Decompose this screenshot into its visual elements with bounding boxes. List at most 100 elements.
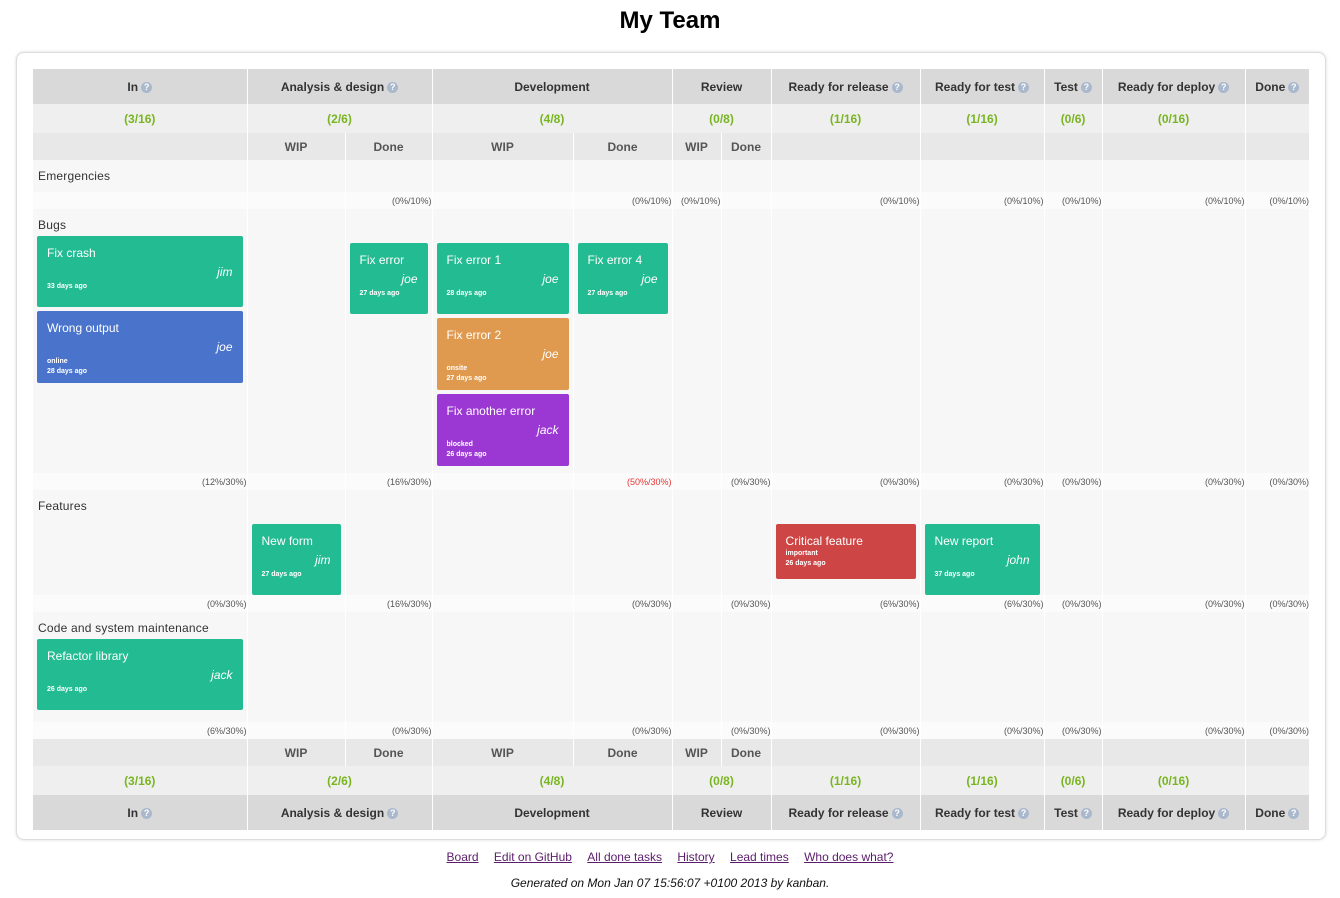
card-title: New report — [934, 534, 994, 548]
help-icon[interactable]: ? — [141, 807, 153, 819]
task-card[interactable]: Fix error 4 joe 27 days ago — [577, 243, 668, 314]
task-card[interactable]: Fix error 2 joe onsite 27 days ago — [436, 318, 569, 390]
column-count-test: (0/6) — [1043, 766, 1103, 795]
lane-cell-test — [1043, 612, 1103, 722]
subcolumn-blank — [33, 739, 247, 766]
subcolumn-blank — [1244, 133, 1310, 160]
task-card[interactable]: Fix crash jim 33 days ago — [37, 236, 243, 307]
lane-cell-test — [1043, 490, 1103, 595]
task-card[interactable]: New form jim 27 days ago — [251, 524, 341, 595]
column-count-analysis-design: (2/6) — [246, 104, 432, 133]
subcolumn-done: Done — [572, 133, 673, 160]
card-assignee: joe — [641, 272, 658, 286]
card-meta: 33 days ago — [47, 282, 233, 292]
wip-limit-value: (50%/30%) — [626, 476, 672, 487]
help-icon[interactable]: ? — [387, 81, 399, 93]
wip-limit-value: (16%/30%) — [386, 598, 432, 609]
swimlane-bugs: Bugs Fix crash jim 33 days ago Wrong output j… — [33, 209, 1310, 473]
lane-cell-rfd — [1101, 209, 1246, 473]
wip-limit-value: (0%/30%) — [632, 725, 672, 736]
help-icon[interactable]: ? — [1218, 81, 1230, 93]
footer-link-all-done-tasks[interactable]: All done tasks — [587, 850, 662, 864]
card-age: 27 days ago — [261, 571, 302, 578]
help-icon[interactable]: ? — [1288, 807, 1300, 819]
wip-limit-value: (16%/30%) — [386, 476, 432, 487]
lane-cell-rft — [919, 612, 1045, 722]
lane-cell-rft — [919, 209, 1045, 473]
column-header-done: Done? — [1244, 69, 1310, 104]
footer-link-history[interactable]: History — [677, 850, 714, 864]
help-icon[interactable]: ? — [891, 807, 903, 819]
column-header-test: Test? — [1043, 795, 1103, 830]
subcolumn-blank — [770, 739, 921, 766]
subcolumn-done: Done — [720, 133, 772, 160]
wip-limit: (0%/10%) — [770, 192, 921, 209]
subcolumn-done: Done — [344, 739, 432, 766]
task-card[interactable]: Critical feature important 26 days ago — [775, 524, 916, 579]
footer-link-lead-times[interactable]: Lead times — [730, 850, 789, 864]
subcolumn-wip: WIP — [671, 739, 722, 766]
lane-cell-rft: New report john 37 days ago — [919, 490, 1045, 595]
column-count-ready-for-deploy: (0/16) — [1101, 104, 1246, 133]
help-icon[interactable]: ? — [1218, 807, 1230, 819]
lane-cell-in: Features — [33, 490, 247, 595]
wip-limit-value: (0%/30%) — [1269, 476, 1310, 487]
column-title: Done — [1255, 79, 1286, 94]
lane-cell-test — [1043, 160, 1103, 192]
lane-cell-dev_done — [572, 160, 673, 192]
task-card[interactable]: Fix another error jack blocked 26 days ago — [436, 394, 569, 466]
wip-limit: (0%/30%) — [1043, 473, 1103, 490]
column-title: In — [127, 805, 139, 820]
column-header-development: Development — [431, 69, 673, 104]
footer-link-edit-on-github[interactable]: Edit on GitHub — [494, 850, 572, 864]
column-count-in: (3/16) — [33, 766, 247, 795]
wip-limit: (0%/30%) — [1244, 473, 1310, 490]
lane-cell-done — [1244, 160, 1310, 192]
column-title: Ready for test — [935, 79, 1016, 94]
lane-cell-dev_done: Fix error 4 joe 27 days ago — [572, 209, 673, 473]
card-age: 28 days ago — [47, 368, 88, 375]
wip-limit: (0%/10%) — [919, 192, 1045, 209]
lane-cell-in: Code and system maintenance Refactor libr… — [33, 612, 247, 722]
column-title: Ready for test — [935, 805, 1016, 820]
task-card[interactable]: Fix error joe 27 days ago — [349, 243, 428, 314]
task-card[interactable]: New report john 37 days ago — [924, 524, 1040, 595]
wip-limit: (0%/30%) — [1244, 722, 1310, 739]
wip-limit — [246, 722, 345, 739]
wip-limit: (0%/30%) — [572, 722, 673, 739]
help-icon[interactable]: ? — [891, 81, 903, 93]
help-icon[interactable]: ? — [387, 807, 399, 819]
card-assignee: jack — [211, 668, 233, 682]
wip-limit-value: (0%/30%) — [206, 598, 247, 609]
help-icon[interactable]: ? — [1288, 81, 1300, 93]
card-age: 37 days ago — [934, 571, 975, 578]
lane-cell-in: Emergencies — [33, 160, 247, 192]
card-meta: 26 days ago — [47, 685, 233, 695]
column-count-review: (0/8) — [671, 766, 772, 795]
task-card[interactable]: Wrong output joe online 28 days ago — [37, 311, 243, 383]
card-age: 26 days ago — [446, 451, 487, 458]
help-icon[interactable]: ? — [1018, 81, 1030, 93]
help-icon[interactable]: ? — [1018, 807, 1030, 819]
help-icon[interactable]: ? — [1080, 807, 1092, 819]
wip-limit — [671, 595, 722, 612]
wip-limit: (0%/30%) — [720, 473, 772, 490]
footer-link-who-does-what[interactable]: Who does what? — [804, 850, 893, 864]
wip-limit — [720, 192, 772, 209]
card-age: 27 days ago — [587, 290, 628, 297]
task-card[interactable]: Fix error 1 joe 28 days ago — [436, 243, 569, 314]
column-title: Test — [1054, 79, 1078, 94]
task-card[interactable]: Refactor library jack 26 days ago — [37, 639, 243, 710]
card-title: Wrong output — [47, 321, 119, 335]
card-status: blocked — [446, 441, 473, 448]
card-title: Refactor library — [47, 649, 129, 663]
help-icon[interactable]: ? — [1080, 81, 1092, 93]
wip-limit: (6%/30%) — [33, 722, 247, 739]
footer-nav: Board Edit on GitHub All done tasks Hist… — [0, 850, 1340, 864]
wip-limit: (0%/30%) — [720, 595, 772, 612]
wip-limit-value: (0%/30%) — [1269, 598, 1310, 609]
wip-limit — [246, 473, 345, 490]
footer-link-board[interactable]: Board — [447, 850, 479, 864]
column-title: Ready for deploy — [1117, 79, 1216, 94]
help-icon[interactable]: ? — [141, 81, 153, 93]
